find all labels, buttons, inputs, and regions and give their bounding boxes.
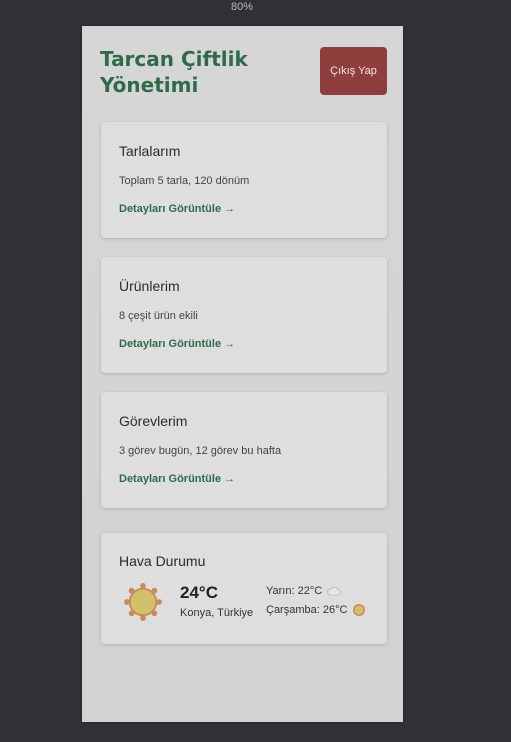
header: Tarcan Çiftlik Yönetimi Çıkış Yap: [100, 46, 387, 98]
forecast-label: Çarşamba: 26°C: [266, 604, 348, 616]
card-tasks: Görevlerim 3 görev bugün, 12 görev bu ha…: [101, 392, 387, 508]
weather-card: Hava Durumu 24°C Konya, Türkiye Yarın: 2…: [101, 533, 387, 644]
card-title: Görevlerim: [119, 413, 188, 429]
products-details-link[interactable]: Detayları Görüntüle →: [119, 338, 235, 350]
card-fields: Tarlalarım Toplam 5 tarla, 120 dönüm Det…: [101, 122, 387, 238]
weather-row: 24°C Konya, Türkiye Yarın: 22°C Çarşamba…: [119, 569, 369, 629]
sun-icon: [124, 583, 162, 621]
card-summary: 3 görev bugün, 12 görev bu hafta: [119, 445, 282, 457]
weather-location: Konya, Türkiye: [180, 607, 254, 619]
zoom-level: 80%: [230, 1, 254, 13]
current-temperature: 24°C: [180, 583, 218, 602]
fields-details-link[interactable]: Detayları Görüntüle →: [119, 203, 235, 215]
card-title: Tarlalarım: [119, 143, 181, 159]
sun-icon: [353, 604, 366, 616]
forecast-label: Yarın: 22°C: [266, 585, 323, 597]
forecast-tomorrow: Yarın: 22°C: [266, 585, 342, 597]
weather-title: Hava Durumu: [119, 553, 206, 569]
tasks-details-link[interactable]: Detayları Görüntüle →: [119, 473, 235, 485]
logout-button[interactable]: Çıkış Yap: [320, 47, 387, 95]
app-screen: Tarcan Çiftlik Yönetimi Çıkış Yap Tarlal…: [82, 26, 403, 722]
forecast-wednesday: Çarşamba: 26°C: [266, 603, 366, 617]
card-summary: 8 çeşit ürün ekili: [119, 310, 198, 322]
card-title: Ürünlerim: [119, 278, 180, 294]
cloud-icon: [327, 586, 342, 595]
card-summary: Toplam 5 tarla, 120 dönüm: [119, 175, 250, 187]
card-products: Ürünlerim 8 çeşit ürün ekili Detayları G…: [101, 257, 387, 373]
app-title: Tarcan Çiftlik Yönetimi: [100, 47, 248, 97]
